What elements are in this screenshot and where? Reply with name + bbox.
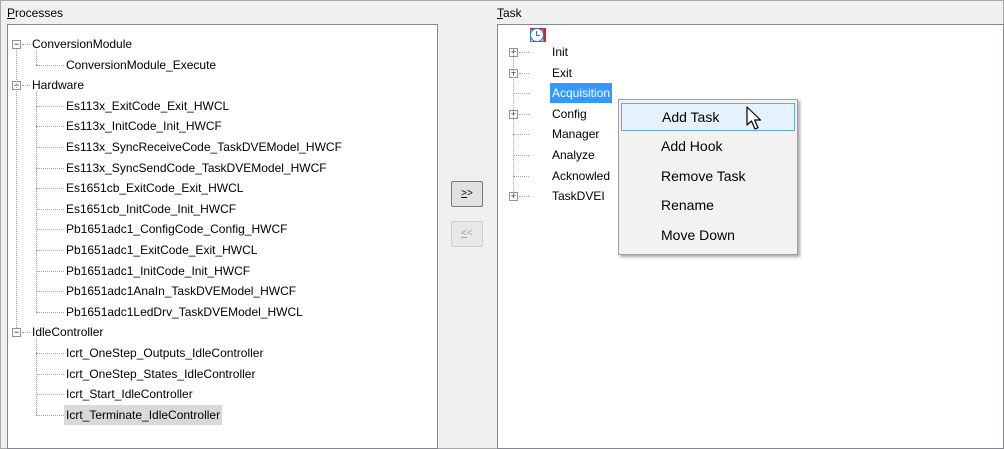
process-item[interactable]: ConversionModule_Execute xyxy=(64,55,218,75)
task-item[interactable]: Init xyxy=(550,42,570,62)
task-item[interactable]: Acknowled xyxy=(550,166,612,186)
tree-connector xyxy=(36,394,64,396)
tree-group-conversionmodule[interactable]: ConversionModule xyxy=(30,34,134,54)
process-item[interactable]: Icrt_Terminate_IdleController xyxy=(64,404,223,425)
tree-connector xyxy=(36,338,37,415)
menu-item-move-down[interactable]: Move Down xyxy=(621,221,795,249)
tree-connector xyxy=(36,208,64,210)
menu-item-add-hook[interactable]: Add Hook xyxy=(621,132,795,160)
tree-connector xyxy=(22,44,30,45)
tree-connector xyxy=(36,167,64,169)
context-menu: Add Task Add Hook Remove Task Rename Mov… xyxy=(618,99,798,255)
process-item[interactable]: Pb1651adc1_ConfigCode_Config_HWCF xyxy=(64,219,289,239)
tree-connector xyxy=(36,50,37,65)
processes-tree[interactable]: − ConversionModule ConversionModule_Execut… xyxy=(7,24,438,449)
tree-connector xyxy=(519,113,529,115)
tree-connector xyxy=(16,49,17,329)
tree-connector xyxy=(513,155,529,156)
tree-connector xyxy=(513,48,514,197)
process-item[interactable]: Es113x_InitCode_Init_HWCF xyxy=(64,116,224,136)
tree-connector xyxy=(513,175,529,177)
tree-connector xyxy=(36,229,64,231)
tree-connector xyxy=(36,291,64,293)
process-item[interactable]: Es1651cb_ExitCode_Exit_HWCL xyxy=(64,178,245,198)
menu-item-add-task[interactable]: Add Task xyxy=(621,103,795,131)
tree-connector xyxy=(36,270,64,272)
tree-group-hardware[interactable]: Hardware xyxy=(30,75,86,95)
processes-header: Processes xyxy=(7,6,64,20)
tree-group-idlecontroller[interactable]: IdleController xyxy=(30,322,105,342)
process-item[interactable]: Icrt_OneStep_Outputs_IdleController xyxy=(64,343,265,363)
process-item[interactable]: Es113x_SyncReceiveCode_TaskDVEModel_HWCF xyxy=(64,137,344,157)
tree-connector xyxy=(22,85,30,87)
process-item[interactable]: Pb1651adc1AnaIn_TaskDVEModel_HWCF xyxy=(64,281,298,301)
tree-connector xyxy=(519,72,529,74)
tree-connector xyxy=(36,414,64,416)
tree-connector xyxy=(513,93,529,95)
mouse-pointer-icon xyxy=(746,106,762,130)
menu-item-rename[interactable]: Rename xyxy=(621,191,795,219)
tree-connector xyxy=(36,373,64,375)
process-item[interactable]: Pb1651adc1_ExitCode_Exit_HWCL xyxy=(64,240,259,260)
tree-connector xyxy=(22,332,30,334)
task-item[interactable]: Acquisition xyxy=(550,83,613,104)
process-item[interactable]: Es113x_ExitCode_Exit_HWCL xyxy=(64,96,231,116)
task-item[interactable]: TaskDVEI xyxy=(550,186,607,206)
task-item[interactable]: Config xyxy=(550,104,589,124)
process-item[interactable]: Es1651cb_InitCode_Init_HWCF xyxy=(64,199,238,219)
timer-icon xyxy=(530,28,544,42)
tree-connector xyxy=(36,126,64,128)
collapse-toggle-icon[interactable]: − xyxy=(12,40,21,49)
tree-connector xyxy=(36,250,64,251)
tree-connector xyxy=(519,196,529,198)
tree-connector xyxy=(36,188,64,190)
task-item[interactable]: Manager xyxy=(550,124,601,144)
process-item[interactable]: Icrt_Start_IdleController xyxy=(64,384,195,404)
add-to-task-button[interactable]: >> xyxy=(451,181,483,207)
tree-connector xyxy=(36,64,64,66)
task-item[interactable]: Exit xyxy=(550,63,574,83)
process-item[interactable]: Es113x_SyncSendCode_TaskDVEModel_HWCF xyxy=(64,158,329,178)
collapse-toggle-icon[interactable]: − xyxy=(12,328,21,338)
task-header: Task xyxy=(497,6,522,20)
tree-connector xyxy=(36,311,64,313)
task-item[interactable]: Analyze xyxy=(550,145,597,165)
process-item[interactable]: Pb1651adc1LedDrv_TaskDVEModel_HWCL xyxy=(64,302,305,322)
tree-connector xyxy=(36,91,37,312)
remove-from-task-button[interactable]: << xyxy=(451,221,483,247)
process-item[interactable]: Pb1651adc1_InitCode_Init_HWCF xyxy=(64,261,252,281)
tree-connector xyxy=(36,105,64,107)
tree-connector xyxy=(36,353,64,354)
tree-connector xyxy=(36,147,64,148)
process-item[interactable]: Icrt_OneStep_States_IdleController xyxy=(64,364,257,384)
menu-item-remove-task[interactable]: Remove Task xyxy=(621,162,795,190)
tree-connector xyxy=(519,52,529,53)
tree-connector xyxy=(513,134,529,136)
